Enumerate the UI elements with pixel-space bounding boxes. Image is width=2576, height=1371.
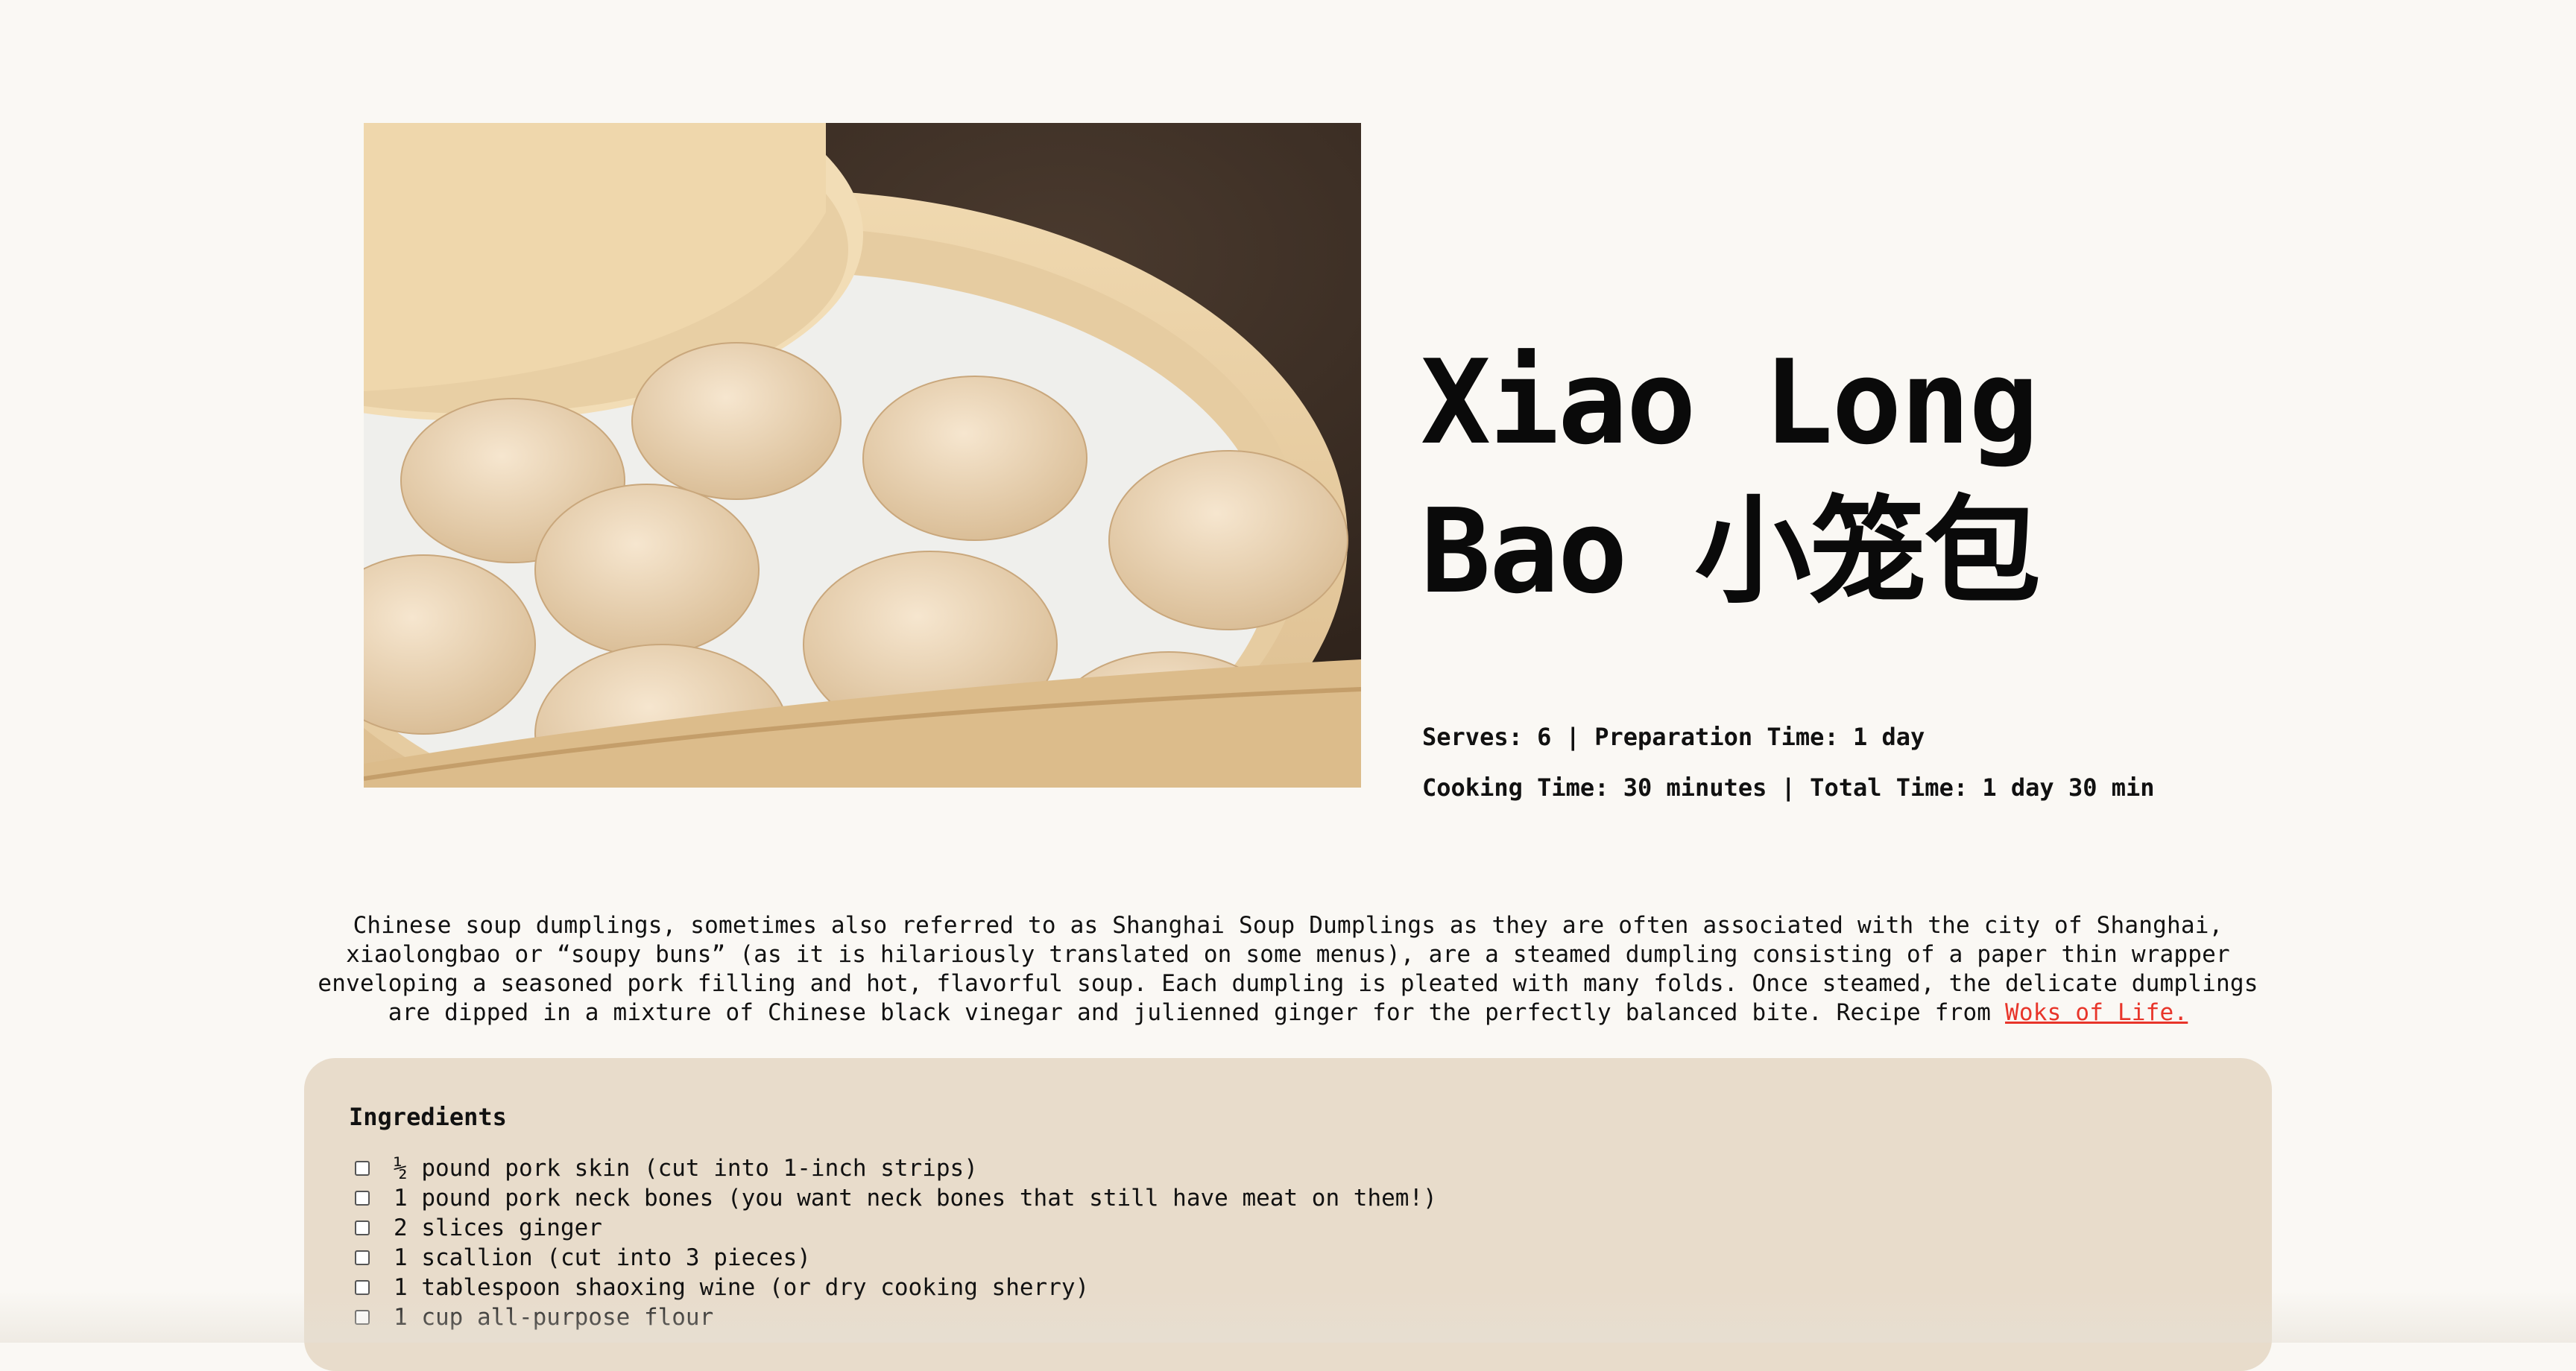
ingredient-label: 1 tablespoon shaoxing wine (or dry cooki… [394,1274,1090,1301]
dumplings-steamer-image [364,123,1361,788]
ingredient-label: 1 pound pork neck bones (you want neck b… [394,1185,1437,1212]
ingredients-list: ½ pound pork skin (cut into 1-inch strip… [355,1153,1437,1332]
ingredient-checkbox[interactable] [355,1220,370,1235]
ingredient-checkbox[interactable] [355,1250,370,1265]
ingredient-item: 2 slices ginger [355,1213,1437,1243]
ingredient-item: ½ pound pork skin (cut into 1-inch strip… [355,1153,1437,1183]
ingredient-label: 1 cup all-purpose flour [394,1304,714,1331]
ingredient-item: 1 scallion (cut into 3 pieces) [355,1243,1437,1273]
recipe-title-line2: Bao 小笼包 [1421,484,2041,619]
ingredient-checkbox[interactable] [355,1310,370,1325]
ingredient-label: ½ pound pork skin (cut into 1-inch strip… [394,1155,978,1182]
ingredient-item: 1 tablespoon shaoxing wine (or dry cooki… [355,1273,1437,1302]
ingredient-label: 1 scallion (cut into 3 pieces) [394,1244,811,1271]
ingredient-item: 1 pound pork neck bones (you want neck b… [355,1183,1437,1213]
ingredient-item: 1 cup all-purpose flour [355,1302,1437,1332]
ingredient-label: 2 slices ginger [394,1215,602,1241]
ingredient-checkbox[interactable] [355,1280,370,1295]
ingredient-checkbox[interactable] [355,1161,370,1176]
recipe-intro-text: Chinese soup dumplings, sometimes also r… [318,912,2258,1026]
ingredient-checkbox[interactable] [355,1191,370,1206]
ingredients-heading: Ingredients [349,1103,507,1131]
recipe-meta: Serves: 6 | Preparation Time: 1 day Cook… [1422,712,2155,813]
recipe-title-line1: Xiao Long [1421,335,2039,470]
source-link[interactable]: Woks of Life. [2005,999,2188,1026]
recipe-photo [364,123,1361,788]
ingredients-card: Ingredients ½ pound pork skin (cut into … [304,1058,2272,1371]
recipe-title: Xiao Long Bao 小笼包 [1421,328,2203,626]
cook-total-time: Cooking Time: 30 minutes | Total Time: 1… [1422,773,2155,802]
serves-prep-time: Serves: 6 | Preparation Time: 1 day [1422,723,1925,751]
recipe-intro: Chinese soup dumplings, sometimes also r… [313,911,2263,1028]
